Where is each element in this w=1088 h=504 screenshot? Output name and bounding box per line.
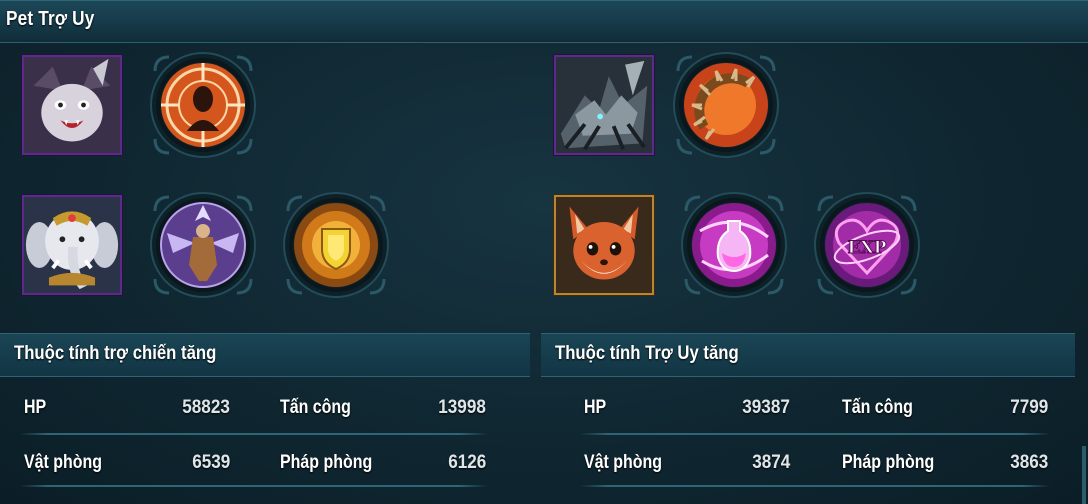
stat-value: 6539 — [191, 452, 230, 473]
scrollbar[interactable] — [1082, 446, 1086, 504]
stat-value: 3874 — [751, 452, 790, 473]
bat-monster-pet-icon — [24, 57, 120, 153]
stat-row: HP 58823 Tấn công 13998 — [20, 397, 488, 435]
skill-slot-winged-warrior[interactable] — [149, 191, 257, 299]
stat-label: Vật phòng — [584, 452, 663, 473]
right-stats-table: HP 39387 Tấn công 7799 Vật phòng 3874 Ph… — [580, 397, 1050, 487]
pet-slot-bat[interactable] — [22, 55, 122, 155]
skill-slot-golden-shield[interactable] — [282, 191, 390, 299]
stat-label: Tấn công — [842, 397, 913, 418]
stat-row: Vật phòng 6539 Pháp phòng 6126 — [20, 452, 488, 487]
pet-slot-elephant[interactable] — [22, 195, 122, 295]
left-stats-title: Thuộc tính trợ chiến tăng — [14, 343, 217, 364]
stat-value: 3863 — [1009, 452, 1048, 473]
skill-slot-exp-heart[interactable]: EXP — [813, 191, 921, 299]
skill-slot-pink-bottle[interactable] — [680, 191, 788, 299]
stat-value: 58823 — [182, 397, 230, 418]
stat-label: Vật phòng — [24, 452, 103, 473]
white-elephant-pet-icon — [24, 197, 120, 293]
row-divider — [20, 485, 488, 487]
exp-badge-text: EXP — [848, 238, 887, 258]
pet-slot-armored[interactable] — [554, 55, 654, 155]
row-divider — [580, 433, 1050, 435]
left-stats-header: Thuộc tính trợ chiến tăng — [0, 333, 530, 377]
spiked-disc-skill-icon — [672, 51, 780, 159]
red-fox-pet-icon — [556, 197, 652, 293]
skill-slot-spiked-disc[interactable] — [672, 51, 780, 159]
stat-row: Vật phòng 3874 Pháp phòng 3863 — [580, 452, 1050, 487]
pink-bottle-skill-icon — [680, 191, 788, 299]
skill-slot-target[interactable] — [149, 51, 257, 159]
stat-value: 6126 — [447, 452, 486, 473]
page-title: Pet Trợ Uy — [6, 8, 95, 30]
row-divider — [580, 485, 1050, 487]
stat-value: 13998 — [438, 397, 486, 418]
exp-heart-skill-icon: EXP — [813, 191, 921, 299]
row-divider — [20, 433, 488, 435]
armored-spider-pet-icon — [556, 57, 652, 153]
stat-value: 39387 — [742, 397, 790, 418]
stat-label: HP — [584, 397, 607, 418]
right-stats-header: Thuộc tính Trợ Uy tăng — [541, 333, 1075, 377]
stat-label: Pháp phòng — [842, 452, 935, 473]
stat-label: Pháp phòng — [280, 452, 373, 473]
stat-row: HP 39387 Tấn công 7799 — [580, 397, 1050, 435]
stat-value: 7799 — [1009, 397, 1048, 418]
right-stats-title: Thuộc tính Trợ Uy tăng — [555, 343, 739, 364]
golden-shield-skill-icon — [282, 191, 390, 299]
left-stats-table: HP 58823 Tấn công 13998 Vật phòng 6539 P… — [20, 397, 488, 487]
pet-slot-fox[interactable] — [554, 195, 654, 295]
winged-warrior-skill-icon — [149, 191, 257, 299]
title-bar: Pet Trợ Uy — [0, 0, 1088, 43]
stat-label: HP — [24, 397, 47, 418]
target-head-skill-icon — [149, 51, 257, 159]
stat-label: Tấn công — [280, 397, 351, 418]
